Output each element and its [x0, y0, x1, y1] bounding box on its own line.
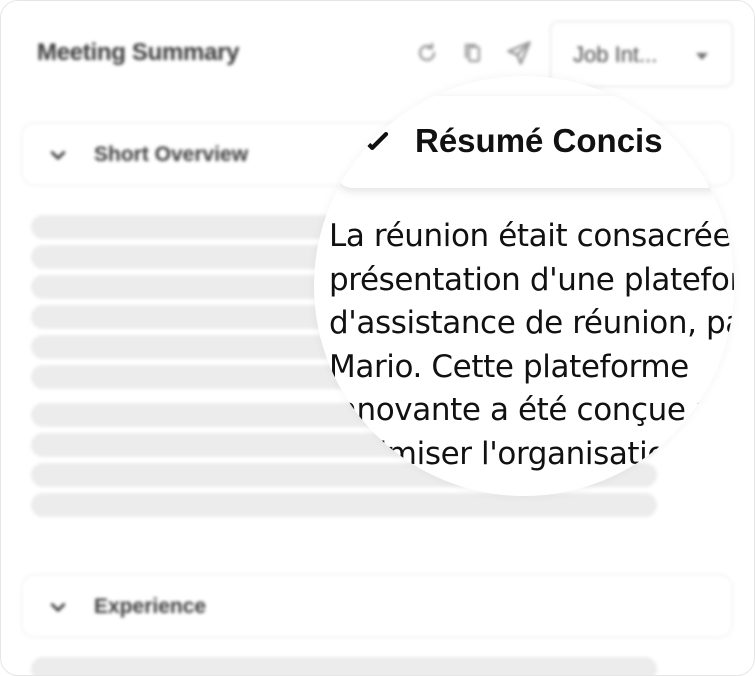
- send-icon[interactable]: [505, 39, 533, 67]
- loading-placeholder-bar: [31, 657, 657, 675]
- summary-text: La réunion était consacrée à la présenta…: [329, 218, 734, 472]
- section-experience[interactable]: Experience: [21, 574, 733, 638]
- refresh-icon[interactable]: [415, 39, 439, 67]
- meeting-summary-panel: Meeting Summary Job Int... Short Overvie…: [0, 0, 755, 676]
- template-select-value: Job Int...: [573, 42, 658, 67]
- summary-title: Résumé Concis: [415, 122, 663, 159]
- chevron-down-icon: [48, 145, 68, 165]
- chevron-down-icon: [48, 597, 68, 617]
- section-label: Short Overview: [94, 143, 249, 166]
- caret-down-icon: [696, 53, 708, 60]
- loading-placeholder-bar: [31, 493, 657, 517]
- check-icon: [361, 126, 391, 156]
- page-title: Meeting Summary: [37, 39, 240, 66]
- copy-icon[interactable]: [461, 39, 485, 67]
- section-label: Experience: [94, 595, 207, 618]
- summary-title-pill[interactable]: Résumé Concis: [335, 96, 725, 188]
- magnifier-lens: Résumé Concis La réunion était consacrée…: [314, 76, 734, 496]
